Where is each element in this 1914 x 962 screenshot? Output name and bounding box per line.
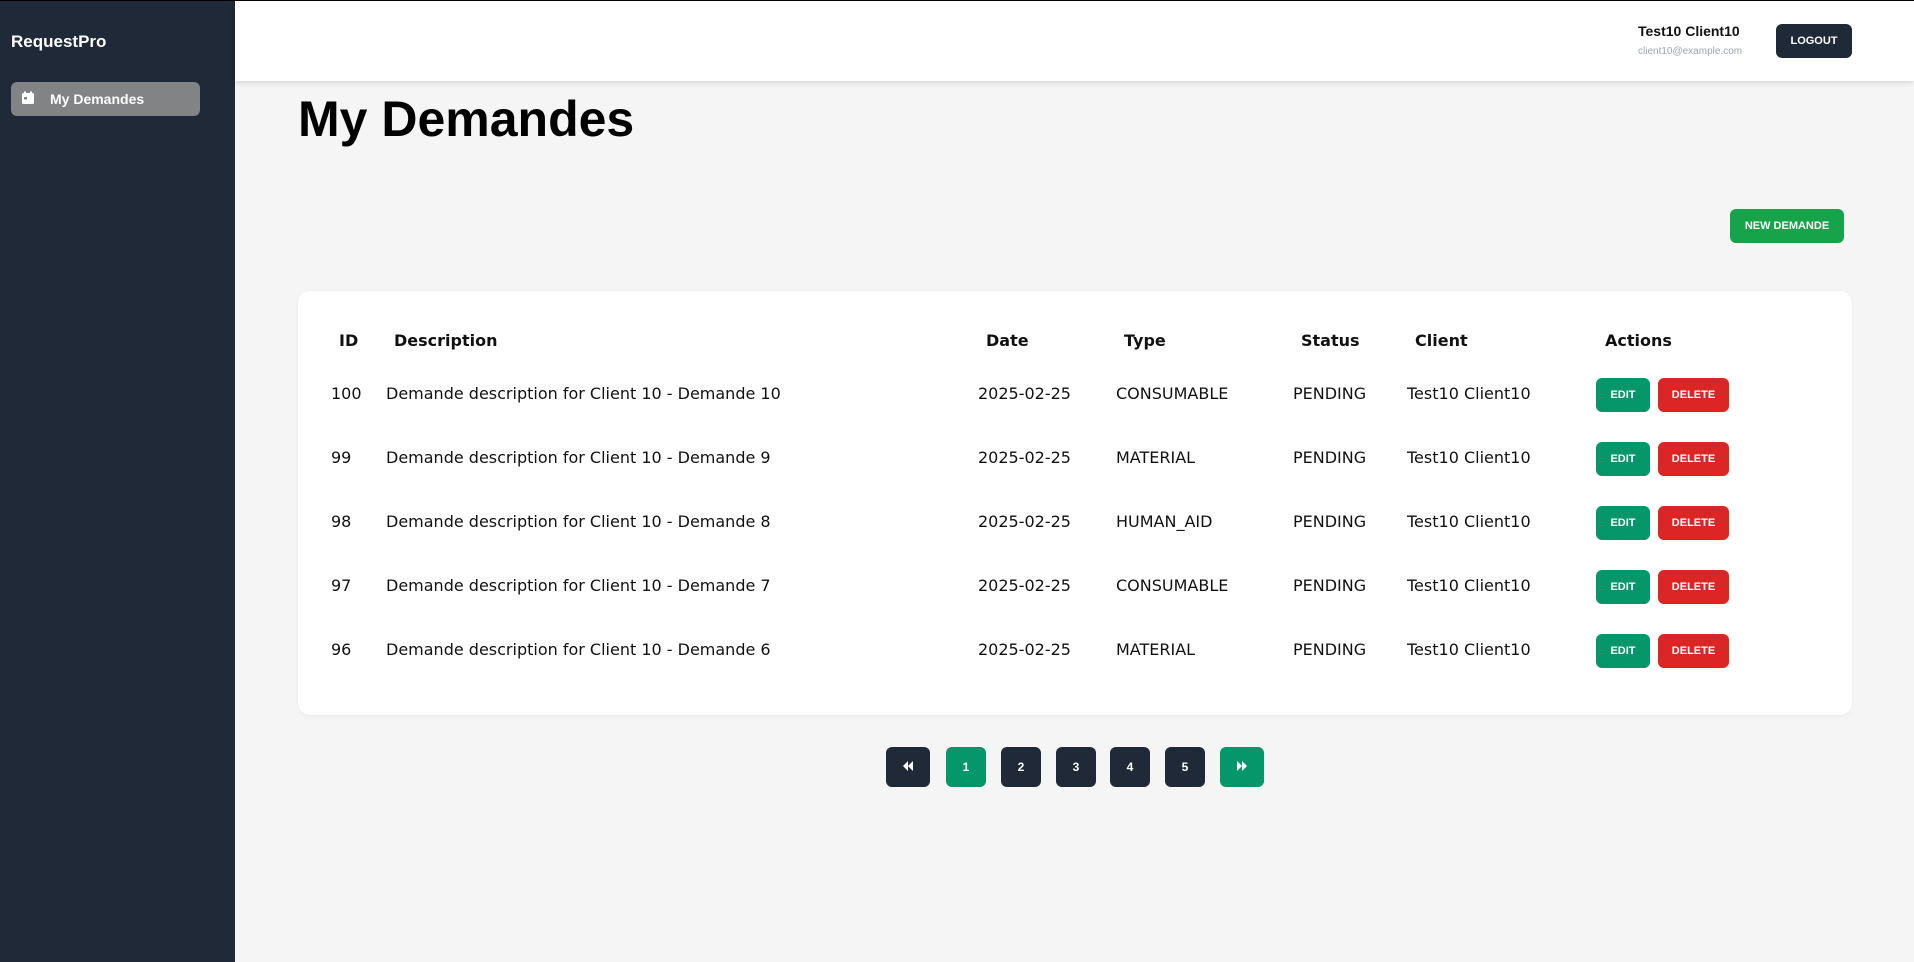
row-description: Demande description for Client 10 - Dema…	[386, 576, 771, 595]
page-title: My Demandes	[298, 91, 635, 147]
row-status: PENDING	[1293, 448, 1367, 467]
row-id: 100	[331, 384, 362, 403]
top-bar	[235, 0, 1914, 81]
demandes-table-card: ID Description Date Type Status Client A…	[298, 291, 1852, 715]
row-status: PENDING	[1293, 512, 1367, 531]
row-status: PENDING	[1293, 640, 1367, 659]
edit-button[interactable]: EDIT	[1596, 442, 1650, 476]
page-button-3[interactable]: 3	[1056, 747, 1096, 787]
row-description: Demande description for Client 10 - Dema…	[386, 640, 771, 659]
edit-button[interactable]: EDIT	[1596, 570, 1650, 604]
column-header-id: ID	[339, 331, 359, 350]
column-header-client: Client	[1415, 331, 1468, 350]
edit-button[interactable]: EDIT	[1596, 506, 1650, 540]
new-demande-button[interactable]: NEW DEMANDE	[1730, 209, 1844, 243]
row-type: MATERIAL	[1116, 448, 1196, 467]
row-date: 2025-02-25	[978, 640, 1071, 659]
row-date: 2025-02-25	[978, 576, 1071, 595]
column-header-date: Date	[986, 331, 1029, 350]
sidebar: RequestPro My Demandes	[0, 0, 235, 962]
sidebar-item-my-demandes[interactable]: My Demandes	[11, 82, 200, 116]
row-date: 2025-02-25	[978, 384, 1071, 403]
column-header-type: Type	[1124, 331, 1166, 350]
delete-button[interactable]: DELETE	[1658, 570, 1729, 604]
logout-button[interactable]: LOGOUT	[1776, 24, 1852, 58]
row-type: MATERIAL	[1116, 640, 1196, 659]
page-button-1[interactable]: 1	[946, 747, 986, 787]
row-client: Test10 Client10	[1407, 576, 1531, 595]
delete-button[interactable]: DELETE	[1658, 378, 1729, 412]
app-brand: RequestPro	[11, 32, 107, 51]
delete-button[interactable]: DELETE	[1658, 634, 1729, 668]
row-description: Demande description for Client 10 - Dema…	[386, 384, 781, 403]
row-status: PENDING	[1293, 384, 1367, 403]
row-id: 98	[331, 512, 352, 531]
row-type: CONSUMABLE	[1116, 576, 1229, 595]
edit-button[interactable]: EDIT	[1596, 378, 1650, 412]
row-type: CONSUMABLE	[1116, 384, 1229, 403]
row-id: 97	[331, 576, 352, 595]
row-description: Demande description for Client 10 - Dema…	[386, 512, 771, 531]
user-email: client10@example.com	[1638, 46, 1743, 57]
delete-button[interactable]: DELETE	[1658, 506, 1729, 540]
user-name: Test10 Client10	[1638, 23, 1740, 39]
row-client: Test10 Client10	[1407, 448, 1531, 467]
row-client: Test10 Client10	[1407, 512, 1531, 531]
column-header-actions: Actions	[1605, 331, 1672, 350]
row-status: PENDING	[1293, 576, 1367, 595]
page-button-5[interactable]: 5	[1165, 747, 1205, 787]
column-header-description: Description	[394, 331, 498, 350]
edit-button[interactable]: EDIT	[1596, 634, 1650, 668]
row-id: 99	[331, 448, 352, 467]
page-button-4[interactable]: 4	[1110, 747, 1150, 787]
calendar-icon	[21, 91, 37, 107]
row-id: 96	[331, 640, 352, 659]
row-type: HUMAN_AID	[1116, 512, 1213, 531]
sidebar-item-label: My Demandes	[50, 91, 145, 107]
row-description: Demande description for Client 10 - Dema…	[386, 448, 771, 467]
column-header-status: Status	[1301, 331, 1360, 350]
page-button-2[interactable]: 2	[1001, 747, 1041, 787]
row-client: Test10 Client10	[1407, 384, 1531, 403]
row-date: 2025-02-25	[978, 448, 1071, 467]
last-page-button[interactable]	[1220, 747, 1264, 787]
row-client: Test10 Client10	[1407, 640, 1531, 659]
double-chevron-right-icon	[1236, 760, 1248, 774]
delete-button[interactable]: DELETE	[1658, 442, 1729, 476]
row-date: 2025-02-25	[978, 512, 1071, 531]
first-page-button[interactable]	[886, 747, 930, 787]
double-chevron-left-icon	[902, 760, 914, 774]
